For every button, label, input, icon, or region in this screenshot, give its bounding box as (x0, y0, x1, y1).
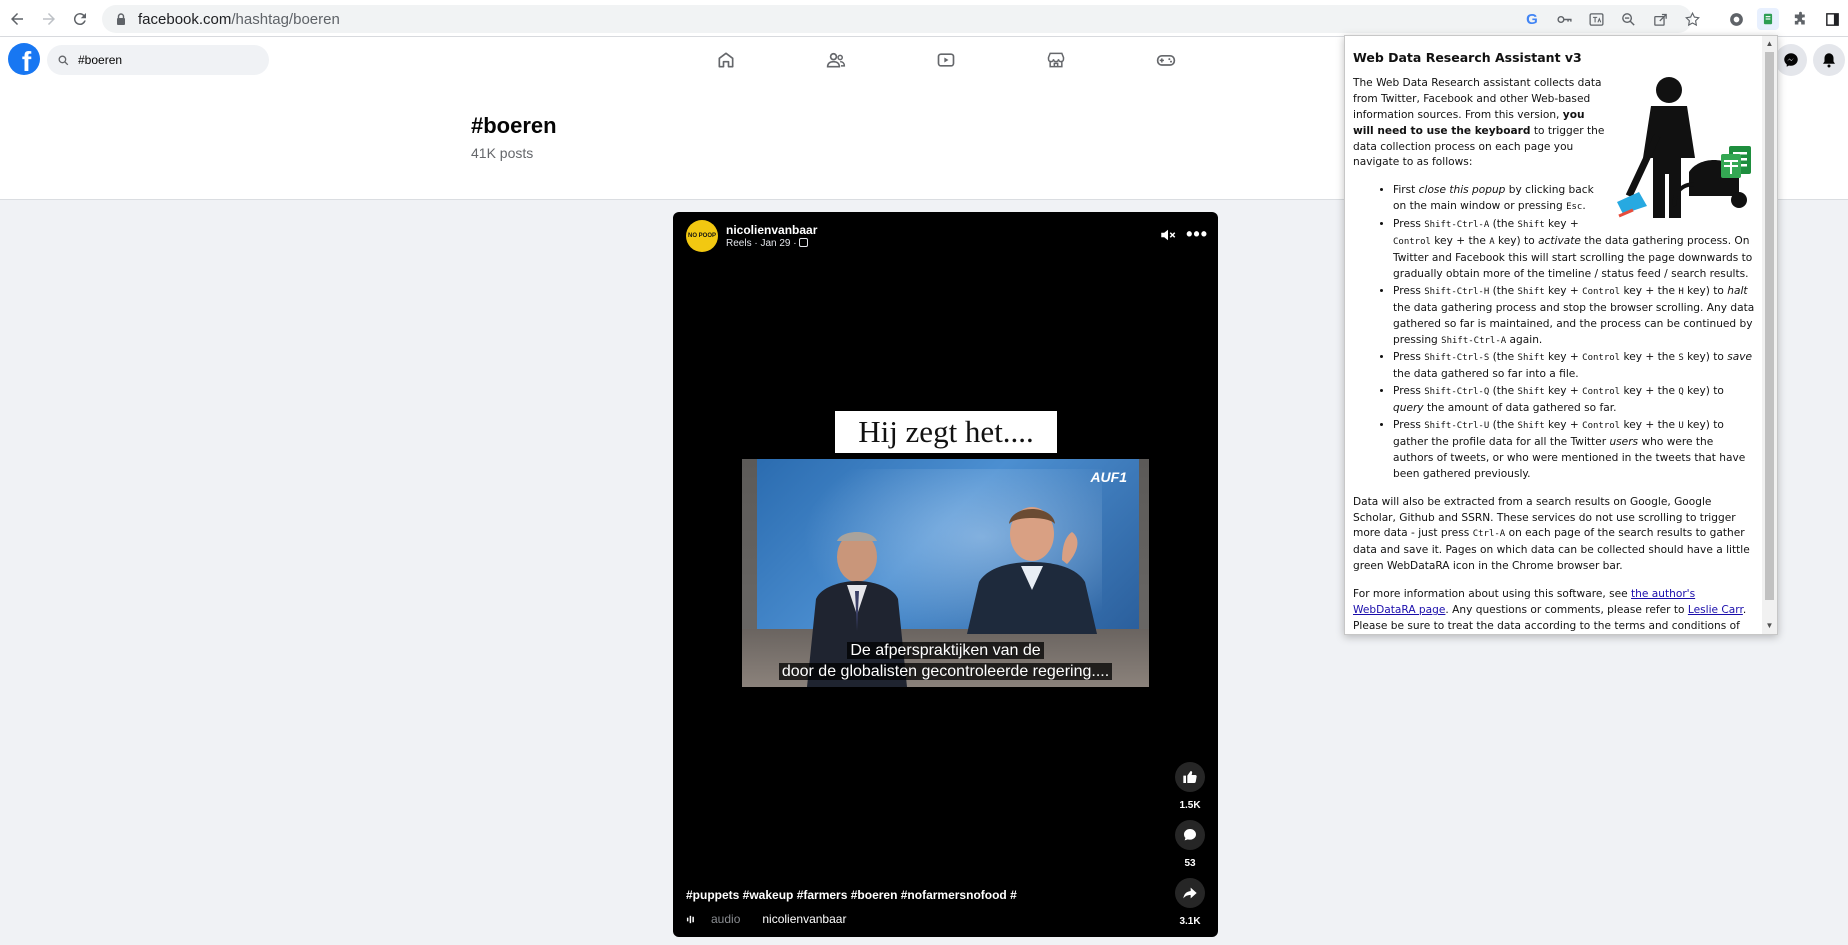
speaker-figure-left (807, 532, 907, 687)
like-icon (1183, 771, 1197, 783)
reel-audio[interactable]: audio nicolienvanbaar (686, 912, 846, 926)
leslie-carr-link[interactable]: Leslie Carr (1688, 604, 1743, 616)
popup-instructions: First close this popup by clicking back … (1393, 183, 1755, 482)
scroll-up-icon[interactable]: ▲ (1762, 37, 1777, 51)
url-text: facebook.com/hashtag/boeren (138, 10, 340, 28)
browser-toolbar: facebook.com/hashtag/boeren G (0, 0, 1848, 37)
instruction-item: Press Shift-Ctrl-A (the Shift key + Cont… (1393, 217, 1755, 283)
reel-author[interactable]: nicolienvanbaar (726, 223, 817, 237)
bookmark-star-icon[interactable] (1676, 4, 1708, 34)
instruction-item: Press Shift-Ctrl-H (the Shift key + Cont… (1393, 284, 1755, 350)
forward-icon[interactable] (35, 5, 63, 33)
google-icon[interactable]: G (1516, 4, 1548, 34)
extension-dark-icon[interactable] (1720, 4, 1752, 34)
address-bar[interactable]: facebook.com/hashtag/boeren (102, 5, 1692, 33)
marketplace-icon (1047, 52, 1065, 68)
zoom-icon[interactable] (1612, 4, 1644, 34)
back-icon[interactable] (3, 5, 31, 33)
subtitle-line-2: door de globalisten gecontroleerde reger… (742, 663, 1149, 681)
reload-icon[interactable] (66, 5, 94, 33)
gaming-icon (1156, 55, 1176, 66)
like-count: 1.5K (1179, 800, 1201, 811)
subtitle-line-1: De afperspraktijken van de (742, 642, 1149, 660)
channel-watermark: AUF1 (1090, 469, 1127, 485)
reel-hashtags[interactable]: #puppets #wakeup #farmers #boeren #nofar… (686, 888, 1017, 902)
instruction-item: Press Shift-Ctrl-Q (the Shift key + Cont… (1393, 384, 1755, 417)
lock-icon (117, 13, 125, 25)
sidepanel-icon[interactable] (1816, 4, 1848, 34)
nav-gaming[interactable] (1111, 37, 1221, 83)
mute-icon[interactable] (1158, 226, 1178, 244)
home-icon (718, 52, 734, 68)
puzzle-icon[interactable] (1784, 4, 1816, 34)
scroll-down-icon[interactable]: ▼ (1762, 619, 1777, 633)
avatar[interactable]: NO POOP (686, 220, 718, 252)
bell-icon (1823, 53, 1835, 68)
instruction-item: Press Shift-Ctrl-S (the Shift key + Cont… (1393, 350, 1755, 383)
reel-card[interactable]: NO POOP nicolienvanbaar Reels · Jan 29 ·… (673, 212, 1218, 937)
vacuum-cleaner-illustration (1617, 76, 1751, 218)
popup-more-info: For more information about using this so… (1353, 588, 1747, 632)
like-action[interactable]: 1.5K (1174, 762, 1206, 811)
popup-title: Web Data Research Assistant v3 (1353, 50, 1582, 65)
facebook-search[interactable] (47, 45, 269, 75)
audio-wave-icon (686, 915, 694, 923)
search-icon (58, 55, 69, 65)
more-options-icon[interactable]: ••• (1186, 224, 1208, 245)
messenger-icon (1784, 53, 1798, 67)
video-caption-box: Hij zegt het.... (835, 411, 1057, 453)
scrollbar-thumb[interactable] (1765, 52, 1774, 600)
watch-icon (937, 53, 955, 67)
facebook-logo-icon[interactable]: f (8, 43, 40, 75)
nav-friends[interactable] (781, 37, 891, 83)
instagram-icon (799, 238, 809, 247)
webdatara-popup[interactable]: Web Data Research Assistant v3 The Web D… (1344, 35, 1778, 635)
page-title: #boeren (471, 113, 557, 138)
video-frame[interactable]: AUF1 De afperspraktijken van de door de … (742, 459, 1149, 687)
friends-icon (826, 52, 846, 68)
share-arrow-icon (1183, 887, 1197, 899)
key-icon[interactable] (1548, 4, 1580, 34)
search-input[interactable] (78, 53, 258, 67)
share-count: 3.1K (1179, 916, 1201, 927)
share-action[interactable]: 3.1K (1174, 878, 1206, 927)
comment-count: 53 (1184, 858, 1196, 869)
nav-marketplace[interactable] (1001, 37, 1111, 83)
popup-search-sources: Data will also be extracted from a searc… (1353, 495, 1750, 573)
comment-icon (1184, 829, 1196, 841)
translate-icon[interactable] (1580, 4, 1612, 34)
share-icon[interactable] (1644, 4, 1676, 34)
speaker-figure-right (967, 507, 1097, 634)
post-count: 41K posts (471, 145, 534, 161)
nav-home[interactable] (671, 37, 781, 83)
instruction-item: Press Shift-Ctrl-U (the Shift key + Cont… (1393, 418, 1755, 483)
notifications-button[interactable] (1813, 44, 1845, 76)
comment-action[interactable]: 53 (1174, 820, 1206, 869)
messenger-button[interactable] (1775, 44, 1807, 76)
nav-watch[interactable] (891, 37, 1001, 83)
popup-scrollbar[interactable]: ▲ ▼ (1762, 36, 1777, 634)
reel-meta: Reels · Jan 29 · (726, 238, 809, 249)
webdatara-icon[interactable] (1752, 4, 1784, 34)
